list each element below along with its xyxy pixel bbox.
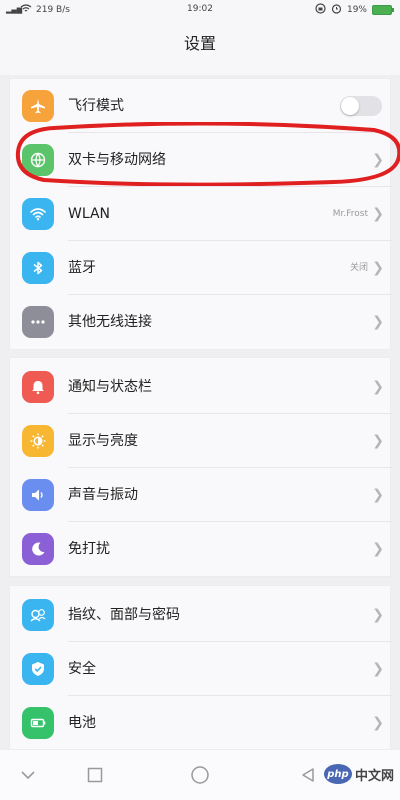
setting-label: 通知与状态栏 (68, 379, 152, 395)
bell-icon (22, 371, 54, 403)
setting-label: 蓝牙 (68, 260, 96, 276)
airplane-mode-toggle[interactable] (340, 96, 382, 116)
chevron-right-icon: ❯ (372, 661, 384, 677)
battery-status-icon (372, 5, 394, 15)
chevron-right-icon: ❯ (372, 379, 384, 395)
setting-label: 双卡与移动网络 (68, 152, 166, 168)
setting-dual-sim-mobile-network[interactable]: 双卡与移动网络 ❯ (10, 133, 392, 187)
setting-bluetooth[interactable]: 蓝牙 关闭 ❯ (10, 241, 392, 295)
setting-label: 声音与振动 (68, 487, 138, 503)
wifi-icon (22, 198, 54, 230)
setting-label: 飞行模式 (68, 98, 124, 114)
watermark-badge: php (323, 764, 352, 784)
chevron-right-icon: ❯ (372, 715, 384, 731)
airplane-icon (22, 90, 54, 122)
chevron-right-icon: ❯ (372, 206, 384, 222)
chevron-right-icon: ❯ (372, 152, 384, 168)
setting-label: 显示与亮度 (68, 433, 138, 449)
chevron-right-icon: ❯ (372, 433, 384, 449)
page-title: 设置 (0, 20, 400, 75)
battery-icon (22, 707, 54, 739)
setting-wlan[interactable]: WLAN Mr.Frost ❯ (10, 187, 392, 241)
setting-label: 安全 (68, 661, 96, 677)
globe-icon (22, 144, 54, 176)
chevron-right-icon: ❯ (372, 314, 384, 330)
shield-icon (22, 653, 54, 685)
setting-battery[interactable]: 电池 ❯ (10, 696, 392, 750)
moon-icon (22, 533, 54, 565)
setting-label: 其他无线连接 (68, 314, 152, 330)
setting-sound-vibration[interactable]: 声音与振动 ❯ (10, 468, 392, 522)
status-bar: ▂▄▆ 219 B/s 19:02 19% (0, 0, 400, 20)
status-right: 19% (315, 3, 394, 17)
setting-label: 电池 (68, 715, 96, 731)
recent-apps-button[interactable] (82, 762, 108, 788)
setting-display-brightness[interactable]: 显示与亮度 ❯ (10, 414, 392, 468)
toggle-knob (341, 97, 359, 115)
back-button[interactable] (295, 762, 321, 788)
setting-notifications-status-bar[interactable]: 通知与状态栏 ❯ (10, 360, 392, 414)
brightness-icon (22, 425, 54, 457)
setting-value: 关闭 (349, 263, 368, 273)
setting-other-wireless[interactable]: 其他无线连接 ❯ (10, 295, 392, 349)
chevron-right-icon: ❯ (372, 260, 384, 276)
more-icon (22, 306, 54, 338)
chevron-down-icon[interactable] (15, 762, 41, 788)
home-button[interactable] (187, 762, 213, 788)
setting-airplane-mode[interactable]: 飞行模式 (10, 79, 392, 133)
alarm-icon (331, 3, 342, 17)
bluetooth-icon (22, 252, 54, 284)
battery-percent: 19% (346, 5, 367, 15)
settings-group-display-sound: 通知与状态栏 ❯ 显示与亮度 ❯ 声音与振动 ❯ 免打扰 ❯ (9, 357, 392, 577)
setting-label: WLAN (68, 206, 111, 222)
setting-value: Mr.Frost (332, 209, 368, 219)
chevron-right-icon: ❯ (372, 487, 384, 503)
settings-group-connectivity: 飞行模式 双卡与移动网络 ❯ WLAN Mr.Frost ❯ 蓝牙 关闭 ❯ 其… (9, 78, 392, 350)
fingerprint-face-icon (22, 599, 54, 631)
setting-fingerprint-face-password[interactable]: 指纹、面部与密码 ❯ (10, 588, 392, 642)
watermark: php 中文网 (323, 764, 394, 784)
chevron-right-icon: ❯ (372, 607, 384, 623)
settings-group-security: 指纹、面部与密码 ❯ 安全 ❯ 电池 ❯ (9, 585, 392, 750)
chevron-right-icon: ❯ (372, 541, 384, 557)
setting-label: 免打扰 (68, 541, 110, 557)
watermark-text: 中文网 (354, 768, 394, 784)
setting-do-not-disturb[interactable]: 免打扰 ❯ (10, 522, 392, 576)
setting-label: 指纹、面部与密码 (68, 607, 180, 623)
lock-rotation-icon (315, 3, 326, 17)
speaker-icon (22, 479, 54, 511)
setting-security[interactable]: 安全 ❯ (10, 642, 392, 696)
